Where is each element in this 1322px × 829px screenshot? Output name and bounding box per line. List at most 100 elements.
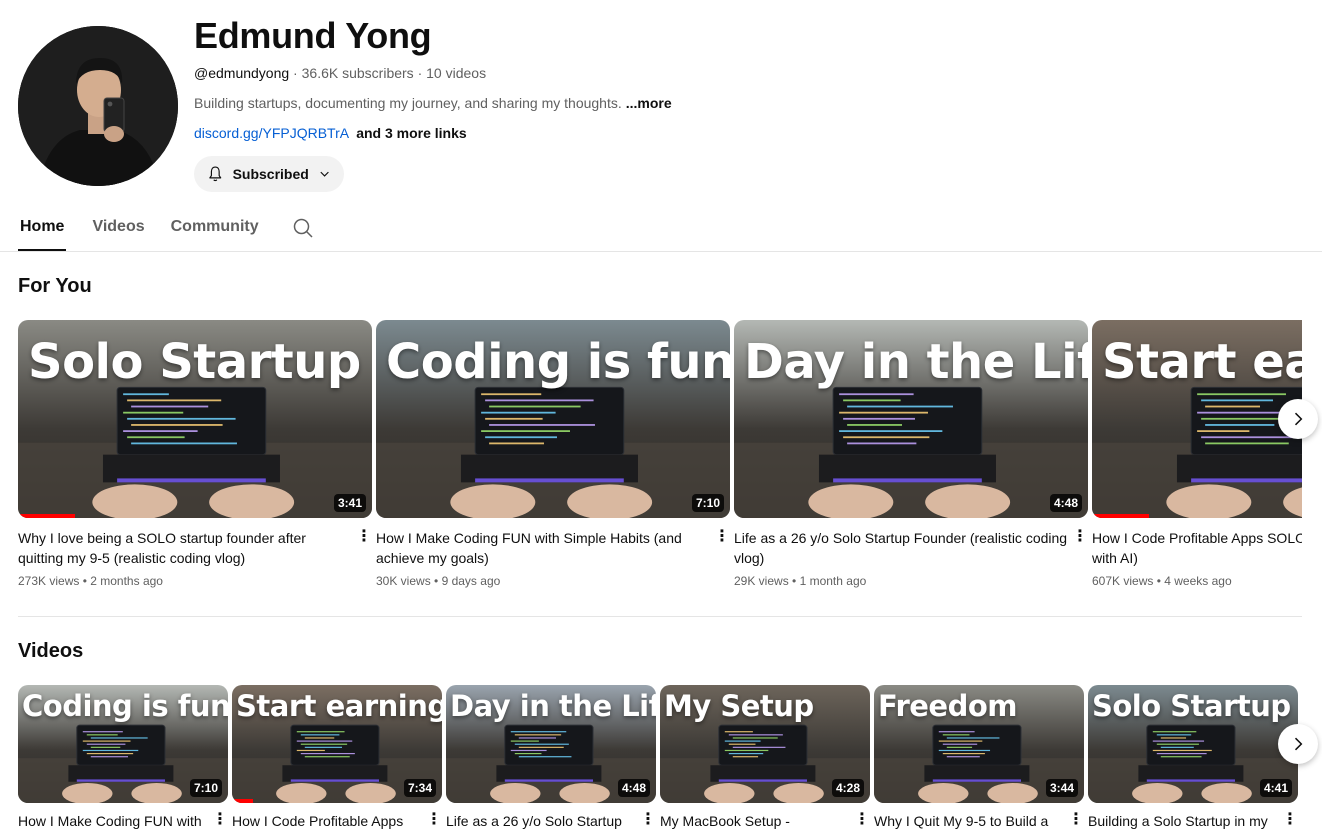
channel-avatar — [18, 26, 178, 186]
channel-description[interactable]: Building startups, documenting my journe… — [194, 95, 672, 111]
video-count: 10 videos — [426, 65, 487, 81]
more-actions-icon[interactable]: ⋮ — [356, 528, 372, 568]
chevron-right-icon — [1294, 737, 1303, 751]
view-count: 30K views — [376, 574, 431, 588]
video-stats: 607K views • 4 weeks ago — [1092, 574, 1302, 588]
video-title[interactable]: Building a Solo Startup in my — [1088, 811, 1282, 829]
subscribed-button[interactable]: Subscribed — [194, 156, 344, 192]
thumbnail-overlay-text: Solo Startup — [1092, 689, 1291, 723]
stats-separator: • — [788, 574, 800, 588]
video-thumbnail[interactable]: Coding is fun 7:10 — [18, 685, 228, 803]
video-thumbnail[interactable]: Coding is fun 7:10 — [376, 320, 730, 518]
for-you-shelf: Solo Startup 3:41 Why I love being a SOL… — [18, 320, 1302, 600]
video-card[interactable]: Day in the Life 4:48 Life as a 26 y/o So… — [734, 320, 1088, 588]
watch-progress-bar — [1092, 514, 1149, 518]
channel-meta: @edmundyong · 36.6K subscribers · 10 vid… — [194, 65, 486, 81]
thumbnail-overlay-text: Coding is fun — [386, 334, 730, 390]
avatar-photo — [18, 26, 178, 186]
subscribed-label: Subscribed — [232, 166, 309, 182]
watch-progress-bar — [18, 514, 75, 518]
video-card[interactable]: Start ea How I Code Profitable Apps SOLO… — [1092, 320, 1302, 588]
video-thumbnail[interactable]: Solo Startup 3:41 — [18, 320, 372, 518]
channel-tabs: Home Videos Community — [18, 206, 315, 252]
video-duration: 4:41 — [1259, 779, 1292, 797]
stats-separator: • — [1153, 574, 1165, 588]
video-duration: 4:28 — [831, 779, 864, 797]
videos-row: Coding is fun 7:10 How I Make Coding FUN… — [18, 685, 1302, 829]
video-title[interactable]: My MacBook Setup - — [660, 811, 854, 829]
meta-separator: · — [413, 65, 427, 81]
video-thumbnail[interactable]: Solo Startup 4:41 — [1088, 685, 1298, 803]
video-card[interactable]: Solo Startup 3:41 Why I love being a SOL… — [18, 320, 372, 588]
section-divider — [18, 616, 1302, 617]
bell-icon — [209, 166, 222, 182]
more-actions-icon[interactable]: ⋮ — [640, 811, 656, 829]
thumbnail-overlay-text: My Setup — [664, 689, 814, 723]
video-stats: 273K views • 2 months ago — [18, 574, 372, 588]
meta-separator: · — [289, 65, 302, 81]
section-title-videos: Videos — [18, 640, 84, 662]
video-duration: 3:41 — [333, 494, 366, 512]
stats-separator: • — [430, 574, 442, 588]
discord-link[interactable]: discord.gg/YFPJQRBTrA — [194, 125, 348, 141]
video-card[interactable]: Freedom 3:44 Why I Quit My 9-5 to Build … — [874, 685, 1084, 829]
video-title[interactable]: How I Make Coding FUN with — [18, 811, 212, 829]
channel-name: Edmund Yong — [194, 15, 432, 56]
video-thumbnail[interactable]: Start ea — [1092, 320, 1302, 518]
video-title[interactable]: How I Code Profitable Apps — [232, 811, 426, 829]
thumbnail-overlay-text: Start ea — [1102, 334, 1302, 390]
video-duration: 3:44 — [1045, 779, 1078, 797]
video-title[interactable]: How I Make Coding FUN with Simple Habits… — [376, 528, 714, 568]
video-thumbnail[interactable]: Freedom 3:44 — [874, 685, 1084, 803]
description-text: Building startups, documenting my journe… — [194, 95, 622, 111]
more-links-button[interactable]: and 3 more links — [356, 125, 466, 141]
channel-links: discord.gg/YFPJQRBTrA and 3 more links — [194, 125, 467, 141]
video-card[interactable]: Day in the Life 4:48 Life as a 26 y/o So… — [446, 685, 656, 829]
video-thumbnail[interactable]: Day in the Life 4:48 — [446, 685, 656, 803]
stats-separator: • — [79, 574, 91, 588]
more-actions-icon[interactable]: ⋮ — [1282, 811, 1298, 829]
search-icon[interactable] — [291, 216, 315, 240]
video-title[interactable]: Why I Quit My 9-5 to Build a — [874, 811, 1068, 829]
video-card[interactable]: Solo Startup 4:41 Building a Solo Startu… — [1088, 685, 1298, 829]
video-title[interactable]: Life as a 26 y/o Solo Startup Founder (r… — [734, 528, 1072, 568]
video-title[interactable]: How I Code Profitable Apps SOLO beginner… — [1092, 528, 1302, 568]
video-thumbnail[interactable]: My Setup 4:28 — [660, 685, 870, 803]
video-duration: 7:34 — [403, 779, 436, 797]
thumbnail-overlay-text: Freedom — [878, 689, 1018, 723]
tab-home[interactable]: Home — [18, 206, 67, 252]
thumbnail-overlay-text: Day in the Life — [450, 689, 656, 723]
more-actions-icon[interactable]: ⋮ — [1072, 528, 1088, 568]
chevron-down-icon — [320, 171, 329, 177]
for-you-next-button[interactable] — [1278, 399, 1318, 439]
video-thumbnail[interactable]: Day in the Life 4:48 — [734, 320, 1088, 518]
for-you-row: Solo Startup 3:41 Why I love being a SOL… — [18, 320, 1302, 588]
video-card[interactable]: Start earning 7:34 How I Code Profitable… — [232, 685, 442, 829]
videos-shelf: Coding is fun 7:10 How I Make Coding FUN… — [18, 685, 1302, 829]
thumbnail-overlay-text: Solo Startup — [28, 334, 361, 390]
video-title[interactable]: Why I love being a SOLO startup founder … — [18, 528, 356, 568]
more-actions-icon[interactable]: ⋮ — [212, 811, 228, 829]
chevron-right-icon — [1294, 412, 1303, 426]
videos-next-button[interactable] — [1278, 724, 1318, 764]
tabs-divider — [0, 251, 1322, 252]
more-actions-icon[interactable]: ⋮ — [1068, 811, 1084, 829]
tab-videos[interactable]: Videos — [92, 206, 144, 252]
tab-community[interactable]: Community — [171, 206, 259, 252]
video-stats: 30K views • 9 days ago — [376, 574, 730, 588]
description-more-link[interactable]: ...more — [626, 95, 672, 111]
view-count: 273K views — [18, 574, 80, 588]
video-card[interactable]: Coding is fun 7:10 How I Make Coding FUN… — [376, 320, 730, 588]
thumbnail-overlay-text: Start earning — [236, 689, 442, 723]
more-actions-icon[interactable]: ⋮ — [854, 811, 870, 829]
video-thumbnail[interactable]: Start earning 7:34 — [232, 685, 442, 803]
view-count: 607K views — [1092, 574, 1154, 588]
channel-handle: @edmundyong — [194, 65, 290, 81]
video-card[interactable]: My Setup 4:28 My MacBook Setup - ⋮ — [660, 685, 870, 829]
upload-age: 1 month ago — [799, 574, 867, 588]
more-actions-icon[interactable]: ⋮ — [426, 811, 442, 829]
video-title[interactable]: Life as a 26 y/o Solo Startup — [446, 811, 640, 829]
more-actions-icon[interactable]: ⋮ — [714, 528, 730, 568]
thumbnail-overlay-text: Coding is fun — [22, 689, 228, 723]
video-card[interactable]: Coding is fun 7:10 How I Make Coding FUN… — [18, 685, 228, 829]
